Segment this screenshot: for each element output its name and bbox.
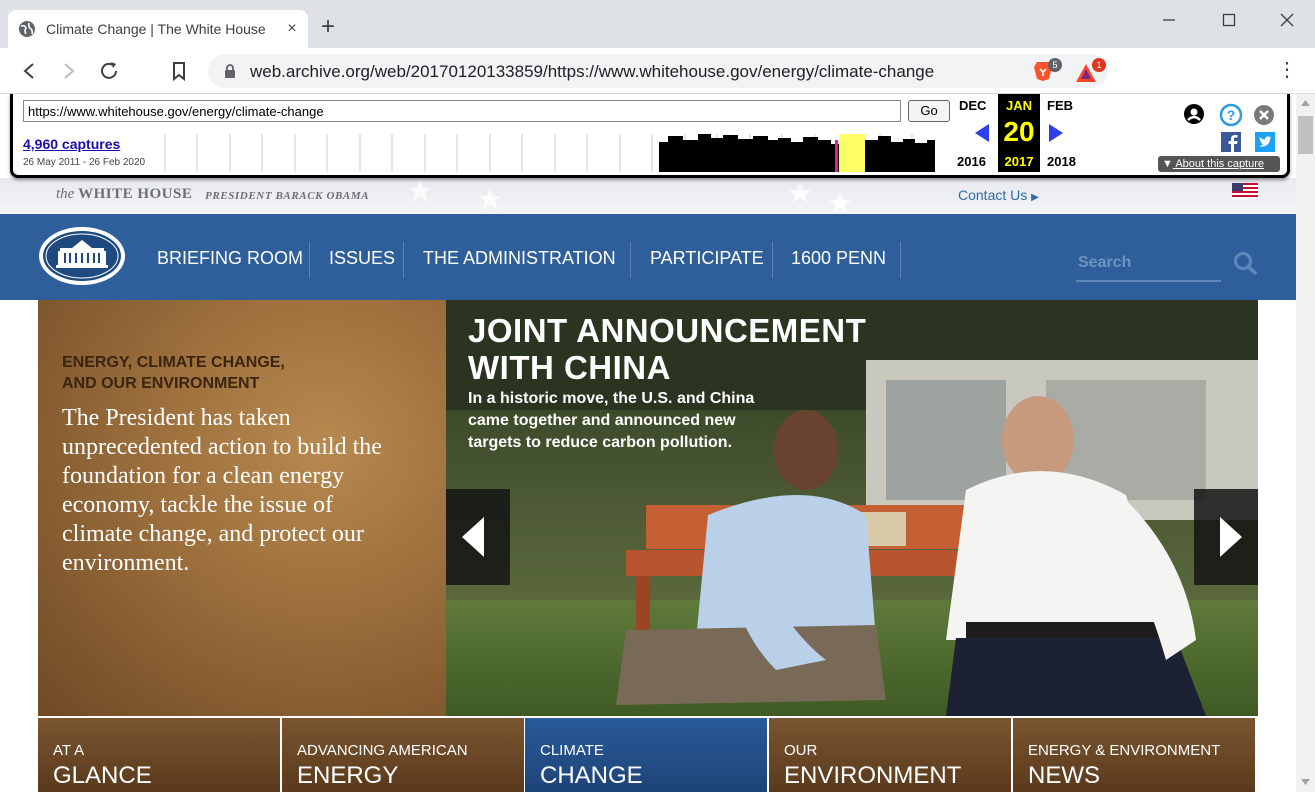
nav-divider [900,242,901,278]
nav-divider [772,242,773,278]
capture-sparkline[interactable] [163,130,953,172]
card-title: GLANCE [53,762,152,789]
nav-divider [630,242,631,278]
forward-icon[interactable] [56,58,82,84]
search-placeholder: Search [1078,254,1132,271]
chevron-right-icon: ▶ [1031,192,1039,203]
contact-us-link[interactable]: Contact Us ▶ [958,187,1039,203]
page-scrollbar[interactable] [1296,94,1315,792]
card-kicker: OUR [784,742,818,759]
about-capture-button[interactable]: ▼ About this capture [1158,156,1280,172]
card-at-a-glance[interactable]: AT A GLANCE [38,718,280,792]
globe-icon [19,21,35,37]
site-brand[interactable]: the WHITE HOUSE [56,186,192,203]
address-bar[interactable]: web.archive.org/web/20170120133859/https… [208,54,1108,88]
wayback-toolbar: Go 4,960 captures 26 May 2011 - 26 Feb 2… [10,94,1290,178]
close-toolbar-icon[interactable] [1253,104,1275,126]
white-house-logo-icon[interactable] [38,226,126,286]
scroll-down-icon[interactable] [1300,777,1311,787]
tab-strip: Climate Change | The White House × + [0,0,1315,48]
hero-body-text: The President has taken unprecedented ac… [62,405,382,576]
slide-prev-button[interactable] [446,489,510,585]
nav-issues[interactable]: ISSUES [329,248,395,269]
slide-title[interactable]: JOINT ANNOUNCEMENT WITH CHINA [468,312,866,386]
search-input[interactable]: Search [1076,250,1221,282]
hero-slide[interactable]: JOINT ANNOUNCEMENT WITH CHINA In a histo… [446,300,1258,716]
card-title: ENVIRONMENT [784,762,962,789]
card-climate-change[interactable]: CLIMATE CHANGE [525,718,767,792]
site-top-strip [0,178,1296,214]
nav-divider [403,242,404,278]
maximize-icon[interactable] [1214,8,1244,32]
card-kicker: ENERGY & ENVIRONMENT [1028,742,1221,759]
current-capture-date: JAN 20 2017 [998,94,1040,172]
card-kicker: ADVANCING AMERICAN [297,742,468,759]
caret-down-icon: ▼ [1162,158,1173,170]
back-icon[interactable] [16,58,42,84]
lock-icon [225,64,235,78]
reload-icon[interactable] [96,58,122,84]
scroll-up-icon[interactable] [1300,98,1311,108]
arrow-left-icon [462,517,484,557]
scroll-thumb[interactable] [1298,116,1313,154]
tab-title: Climate Change | The White House [46,21,266,37]
main-navigation: BRIEFING ROOM ISSUES THE ADMINISTRATION … [0,214,1296,300]
minimize-icon[interactable] [1154,8,1184,32]
wayback-go-button[interactable]: Go [908,100,950,122]
brave-shields-button[interactable]: 5 [1032,58,1062,84]
nav-1600-penn[interactable]: 1600 PENN [791,248,886,269]
current-year: 2017 [1004,154,1034,169]
bat-badge: 1 [1092,58,1106,72]
slide-next-button[interactable] [1194,489,1258,585]
search-icon[interactable] [1232,250,1258,276]
close-window-icon[interactable] [1272,8,1302,32]
captures-link[interactable]: 4,960 captures [23,136,120,152]
card-title: CHANGE [540,762,643,789]
new-tab-button[interactable]: + [316,15,340,40]
capture-date-range: 26 May 2011 - 26 Feb 2020 [23,157,146,168]
twitter-icon[interactable] [1255,132,1275,152]
card-kicker: CLIMATE [540,742,604,759]
card-kicker: AT A [53,742,85,759]
tab-close-icon[interactable]: × [282,19,302,39]
slide-description: In a historic move, the U.S. and China c… [468,390,755,451]
about-capture-label: About this capture [1175,158,1265,170]
prev-capture-arrow-icon[interactable] [971,122,993,144]
card-title: NEWS [1028,762,1100,789]
current-day: 20 [1003,116,1035,147]
account-icon[interactable] [1183,103,1205,125]
hero-intro-panel: ENERGY, CLIMATE CHANGE, AND OUR ENVIRONM… [38,300,446,716]
bookmark-icon[interactable] [166,58,192,84]
next-capture-arrow-icon[interactable] [1045,122,1067,144]
browser-tab[interactable]: Climate Change | The White House × [8,10,308,48]
browser-toolbar: web.archive.org/web/20170120133859/https… [0,48,1315,94]
next-month: FEB [1047,98,1073,113]
nav-the-administration[interactable]: THE ADMINISTRATION [423,248,616,269]
stars-decoration-icon [409,180,851,213]
us-flag-icon[interactable] [1232,183,1258,199]
card-energy-environment-news[interactable]: ENERGY & ENVIRONMENT NEWS [1013,718,1255,792]
nav-divider [309,242,310,278]
nav-briefing-room[interactable]: BRIEFING ROOM [157,248,303,269]
arrow-right-icon [1220,517,1242,557]
card-advancing-american-energy[interactable]: ADVANCING AMERICAN ENERGY [282,718,524,792]
prev-year: 2016 [957,154,986,169]
bat-rewards-button[interactable]: 1 [1074,58,1106,84]
svg-text:?: ? [1227,107,1236,123]
brave-badge: 5 [1048,58,1062,72]
current-month: JAN [1005,98,1032,113]
address-url[interactable]: web.archive.org/web/20170120133859/https… [250,62,934,82]
help-icon[interactable]: ? [1219,103,1243,127]
prev-month: DEC [959,98,987,113]
president-label: PRESIDENT BARACK OBAMA [205,190,370,202]
facebook-icon[interactable] [1221,132,1241,152]
hero-kicker: ENERGY, CLIMATE CHANGE, AND OUR ENVIRONM… [62,354,285,392]
next-year: 2018 [1047,154,1076,169]
wayback-url-input[interactable] [23,100,901,122]
nav-participate[interactable]: PARTICIPATE [650,248,764,269]
card-title: ENERGY [297,762,399,789]
card-our-environment[interactable]: OUR ENVIRONMENT [769,718,1011,792]
browser-menu-icon[interactable]: ⋮ [1276,60,1298,82]
